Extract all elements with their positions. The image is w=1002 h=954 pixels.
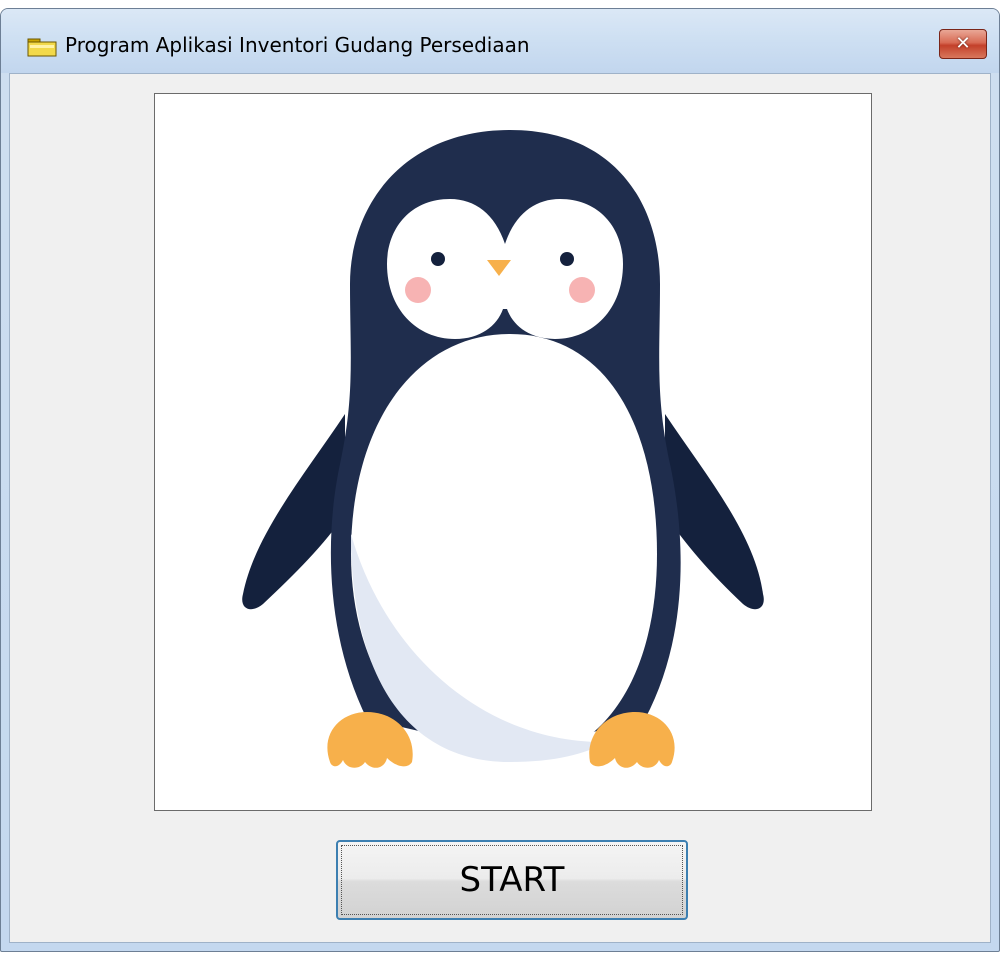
- penguin-right-eye: [560, 252, 574, 266]
- penguin-picture-box: [154, 93, 872, 811]
- penguin-right-cheek: [569, 277, 595, 303]
- penguin-left-eye: [431, 252, 445, 266]
- start-button-label: START: [459, 860, 565, 900]
- close-icon: ✕: [955, 33, 971, 54]
- penguin-left-cheek: [405, 277, 431, 303]
- penguin-left-wing: [242, 414, 345, 610]
- title-bar[interactable]: Program Aplikasi Inventori Gudang Persed…: [1, 9, 999, 73]
- close-button[interactable]: ✕: [939, 29, 987, 59]
- app-window: Program Aplikasi Inventori Gudang Persed…: [0, 8, 1000, 952]
- penguin-illustration: [242, 130, 764, 768]
- form-client-area: START: [9, 73, 991, 943]
- window-title: Program Aplikasi Inventori Gudang Persed…: [65, 33, 530, 57]
- folder-icon: [27, 38, 57, 57]
- start-button[interactable]: START: [336, 840, 688, 920]
